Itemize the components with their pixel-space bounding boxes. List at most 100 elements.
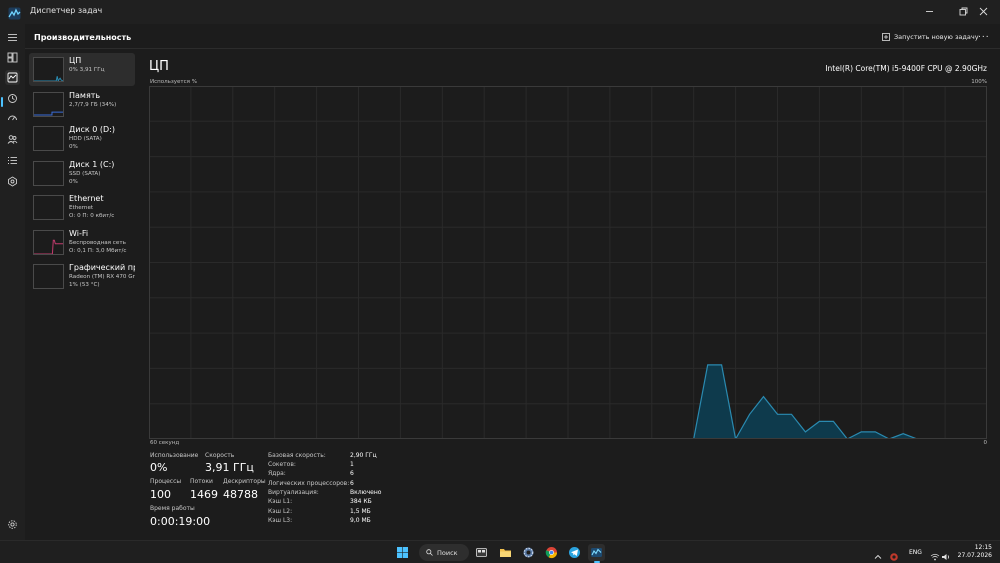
- uptime-label: Время работы: [150, 505, 195, 512]
- spec-value: Включено: [350, 489, 382, 496]
- device-name: Ethernet: [69, 194, 104, 203]
- graph-x-left-label: 60 секунд: [150, 440, 180, 446]
- thumbnail-sparkline: [34, 76, 63, 81]
- performance-icon[interactable]: [5, 70, 20, 85]
- spec-key: Кэш L1:: [268, 498, 293, 505]
- uptime-value: 0:00:19:00: [150, 515, 211, 528]
- run-task-icon: [882, 33, 890, 41]
- gpu-thumbnail: [33, 264, 64, 289]
- clock-time[interactable]: 12:15: [964, 544, 992, 551]
- tray-overflow-chevron-up-icon[interactable]: [873, 547, 883, 559]
- clock-date[interactable]: 27.07.2026: [955, 552, 992, 559]
- cpu-usage-chart: [149, 86, 987, 441]
- handles-label: Дескрипторы: [223, 478, 266, 485]
- run-new-task-button[interactable]: Запустить новую задачу: [882, 30, 979, 44]
- processes-value: 100: [150, 488, 171, 501]
- taskbar-search-button[interactable]: Поиск: [419, 544, 469, 561]
- wifi-thumbnail: [33, 229, 64, 255]
- settings-app-icon[interactable]: [520, 544, 537, 561]
- ethernet-thumbnail: [33, 195, 64, 220]
- device-item-ethernet[interactable]: Ethernet Ethernet О: 0 П: 0 кбит/с: [29, 191, 135, 224]
- hamburger-menu-icon[interactable]: [5, 30, 20, 45]
- graph-y-max-label: 100%: [971, 79, 987, 85]
- run-task-label: Запустить новую задачу: [894, 33, 979, 41]
- device-item-wifi[interactable]: Wi-Fi Беспроводная сеть О: 0,1 П: 3,0 Мб…: [29, 226, 135, 259]
- input-language[interactable]: ENG: [909, 549, 922, 556]
- minimize-button[interactable]: [912, 0, 946, 22]
- startup-apps-icon[interactable]: [5, 111, 20, 126]
- processes-label: Процессы: [150, 478, 182, 485]
- more-options-button[interactable]: ...: [978, 30, 990, 40]
- users-icon[interactable]: [5, 132, 20, 147]
- device-list: ЦП 0% 3,91 ГГц Память 2,7/7,9 ГБ (34%) Д…: [29, 53, 135, 295]
- device-name: Диск 1 (C:): [69, 159, 115, 169]
- device-item-disk-1[interactable]: Диск 1 (C:) SSD (SATA) 0%: [29, 157, 135, 190]
- disk-1-thumbnail: [33, 160, 64, 186]
- device-name: ЦП: [69, 56, 82, 65]
- start-menu-windows-icon[interactable]: [394, 544, 411, 561]
- spec-value: 1,5 МБ: [350, 508, 371, 515]
- device-name: Графический про: [69, 263, 135, 272]
- device-subtitle: HDD (SATA): [69, 136, 102, 142]
- disk-0-thumbnail: [33, 126, 64, 151]
- threads-label: Потоки: [190, 478, 213, 485]
- active-page-indicator: [1, 97, 3, 107]
- device-item-memory[interactable]: Память 2,7/7,9 ГБ (34%): [29, 88, 135, 121]
- spec-value: 384 КБ: [350, 498, 372, 505]
- navigation-rail: [0, 24, 25, 540]
- device-item-gpu[interactable]: Графический про Radeon (TM) RX 470 Gra 1…: [29, 260, 135, 293]
- title-bar: Диспетчер задач: [0, 0, 1000, 24]
- details-icon[interactable]: [5, 153, 20, 168]
- device-subtitle-2: О: 0 П: 0 кбит/с: [69, 213, 115, 219]
- settings-gear-icon[interactable]: [5, 517, 20, 532]
- spec-key: Сокетов:: [268, 461, 296, 468]
- usage-value: 0%: [150, 461, 168, 474]
- window-title: Диспетчер задач: [30, 6, 103, 15]
- close-button[interactable]: [966, 0, 1000, 22]
- device-subtitle: Ethernet: [69, 205, 94, 211]
- speed-value: 3,91 ГГц: [205, 461, 254, 474]
- telegram-icon[interactable]: [566, 544, 583, 561]
- device-subtitle: SSD (SATA): [69, 170, 101, 177]
- device-name: Диск 0 (D:): [69, 125, 115, 134]
- graph-x-right-label: 0: [983, 440, 988, 446]
- spec-value: 2,90 ГГц: [350, 452, 377, 459]
- volume-icon[interactable]: [941, 547, 951, 560]
- file-explorer-icon[interactable]: [497, 544, 514, 561]
- page-title: Производительность: [34, 33, 132, 42]
- device-subtitle-2: 1% (53 °C): [69, 282, 100, 288]
- detail-title: ЦП: [149, 59, 169, 74]
- spec-key: Базовая скорость:: [268, 452, 326, 459]
- tray-app-icon[interactable]: [889, 547, 899, 561]
- device-subtitle: Radeon (TM) RX 470 Gra: [69, 274, 135, 280]
- cpu-model-name: Intel(R) Core(TM) i5-9400F CPU @ 2.90GHz: [825, 64, 987, 73]
- usage-label: Использование: [150, 452, 199, 459]
- spec-value: 6: [350, 470, 354, 477]
- cpu-thumbnail: [33, 57, 64, 82]
- task-manager-app-icon: [8, 5, 21, 20]
- spec-key: Кэш L3:: [268, 517, 293, 524]
- device-subtitle-2: 0%: [69, 178, 78, 185]
- memory-thumbnail: [33, 91, 64, 117]
- spec-value: 6: [350, 480, 354, 487]
- device-name: Память: [69, 90, 101, 100]
- handles-value: 48788: [223, 488, 258, 501]
- search-icon: [426, 549, 433, 556]
- wifi-status-icon[interactable]: [930, 547, 940, 561]
- spec-key: Виртуализация:: [268, 489, 319, 496]
- device-item-cpu[interactable]: ЦП 0% 3,91 ГГц: [29, 53, 135, 86]
- spec-value: 1: [350, 461, 354, 468]
- processes-icon[interactable]: [5, 50, 20, 65]
- device-subtitle-2: 0%: [69, 144, 78, 150]
- chrome-browser-icon[interactable]: [543, 544, 560, 561]
- cpu-usage-graph: [149, 86, 987, 441]
- task-manager-taskbar-icon[interactable]: [588, 544, 605, 561]
- main-area: Производительность Запустить новую задач…: [25, 24, 1000, 540]
- device-item-disk-0[interactable]: Диск 0 (D:) HDD (SATA) 0%: [29, 122, 135, 155]
- device-subtitle-2: О: 0,1 П: 3,0 Мбит/с: [69, 247, 127, 254]
- spec-key: Ядра:: [268, 470, 286, 477]
- app-history-icon[interactable]: [5, 91, 20, 106]
- task-view-icon[interactable]: [473, 544, 490, 561]
- services-icon[interactable]: [5, 174, 20, 189]
- device-subtitle: Беспроводная сеть: [69, 239, 126, 246]
